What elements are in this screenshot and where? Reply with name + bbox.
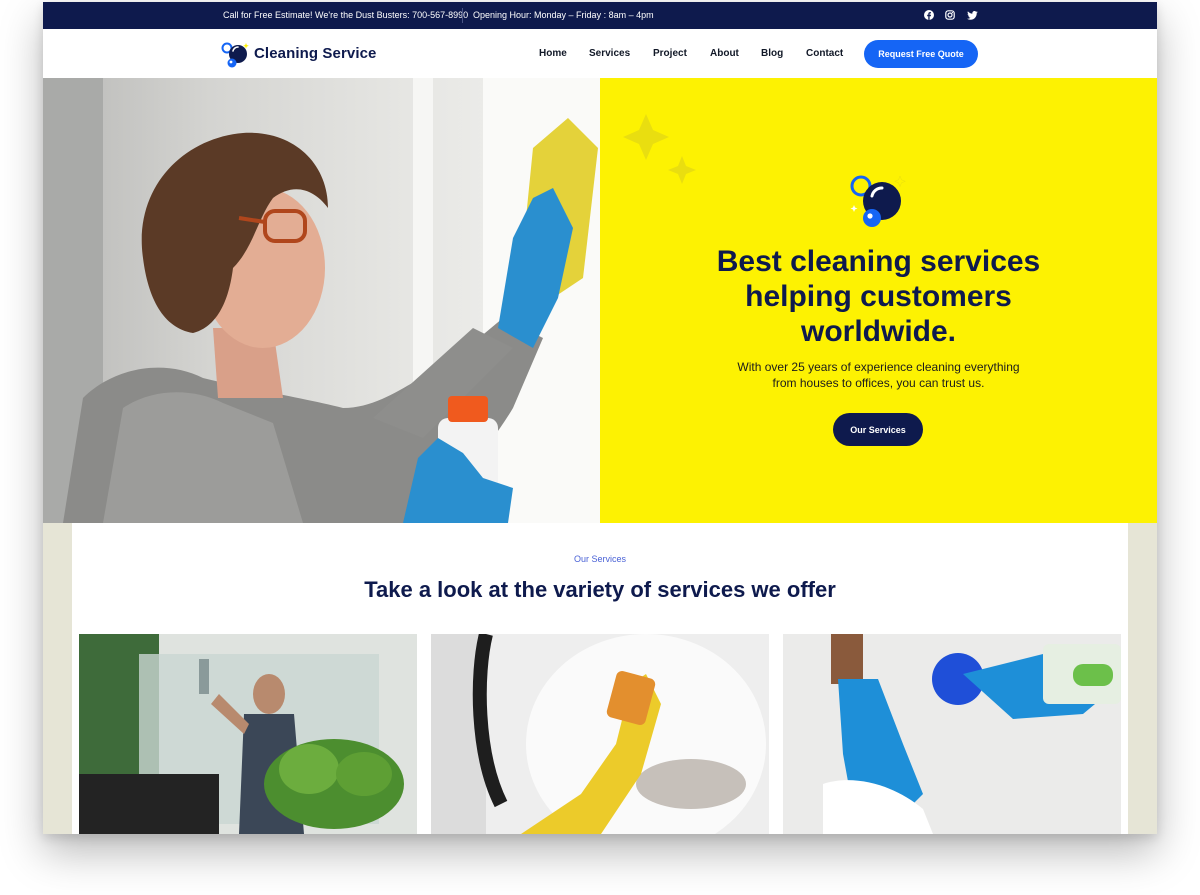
nav-item-blog[interactable]: Blog xyxy=(761,48,783,59)
nav-item-services[interactable]: Services xyxy=(589,48,630,59)
nav-item-about[interactable]: About xyxy=(710,48,739,59)
estimate-phone-text[interactable]: Call for Free Estimate! We're the Dust B… xyxy=(223,10,468,20)
hero-panel: Best cleaning services helping customers… xyxy=(600,78,1157,523)
request-quote-button[interactable]: Request Free Quote xyxy=(864,40,978,68)
service-card-surface-disinfection[interactable] xyxy=(783,634,1121,834)
brand-name[interactable]: Cleaning Service xyxy=(254,45,377,62)
top-info-bar: Call for Free Estimate! We're the Dust B… xyxy=(43,2,1157,29)
hero-photo-woman-cleaning-window xyxy=(43,78,600,523)
nav-item-contact[interactable]: Contact xyxy=(806,48,843,59)
facebook-icon[interactable] xyxy=(922,8,936,22)
browser-page: Call for Free Estimate! We're the Dust B… xyxy=(43,2,1157,834)
section-title: Take a look at the variety of services w… xyxy=(364,577,836,602)
nav-item-home[interactable]: Home xyxy=(539,48,567,59)
bubbles-logo-icon[interactable] xyxy=(221,40,251,70)
nav-item-project[interactable]: Project xyxy=(653,48,687,59)
sparkle-decoration-icon xyxy=(623,114,696,184)
hero-subtitle: With over 25 years of experience cleanin… xyxy=(600,359,1157,391)
instagram-icon[interactable] xyxy=(943,8,957,22)
hero-title: Best cleaning services helping customers… xyxy=(716,245,1041,348)
service-card-bathroom-cleaning[interactable] xyxy=(431,634,769,834)
main-navbar: Cleaning Service Home Services Project A… xyxy=(43,29,1157,78)
twitter-icon[interactable] xyxy=(965,8,979,22)
hero-subtitle-line: from houses to offices, you can trust us… xyxy=(772,376,985,390)
hero-subtitle-line: With over 25 years of experience cleanin… xyxy=(737,360,1020,374)
topbar-divider xyxy=(462,8,463,23)
bubbles-hero-icon xyxy=(848,172,908,232)
opening-hours-text: Opening Hour: Monday – Friday : 8am – 4p… xyxy=(473,10,654,20)
services-section: Our Services Take a look at the variety … xyxy=(72,523,1128,834)
our-services-button[interactable]: Our Services xyxy=(833,413,923,446)
section-eyebrow-label: Our Services xyxy=(573,554,626,564)
service-card-window-cleaning[interactable] xyxy=(79,634,417,834)
